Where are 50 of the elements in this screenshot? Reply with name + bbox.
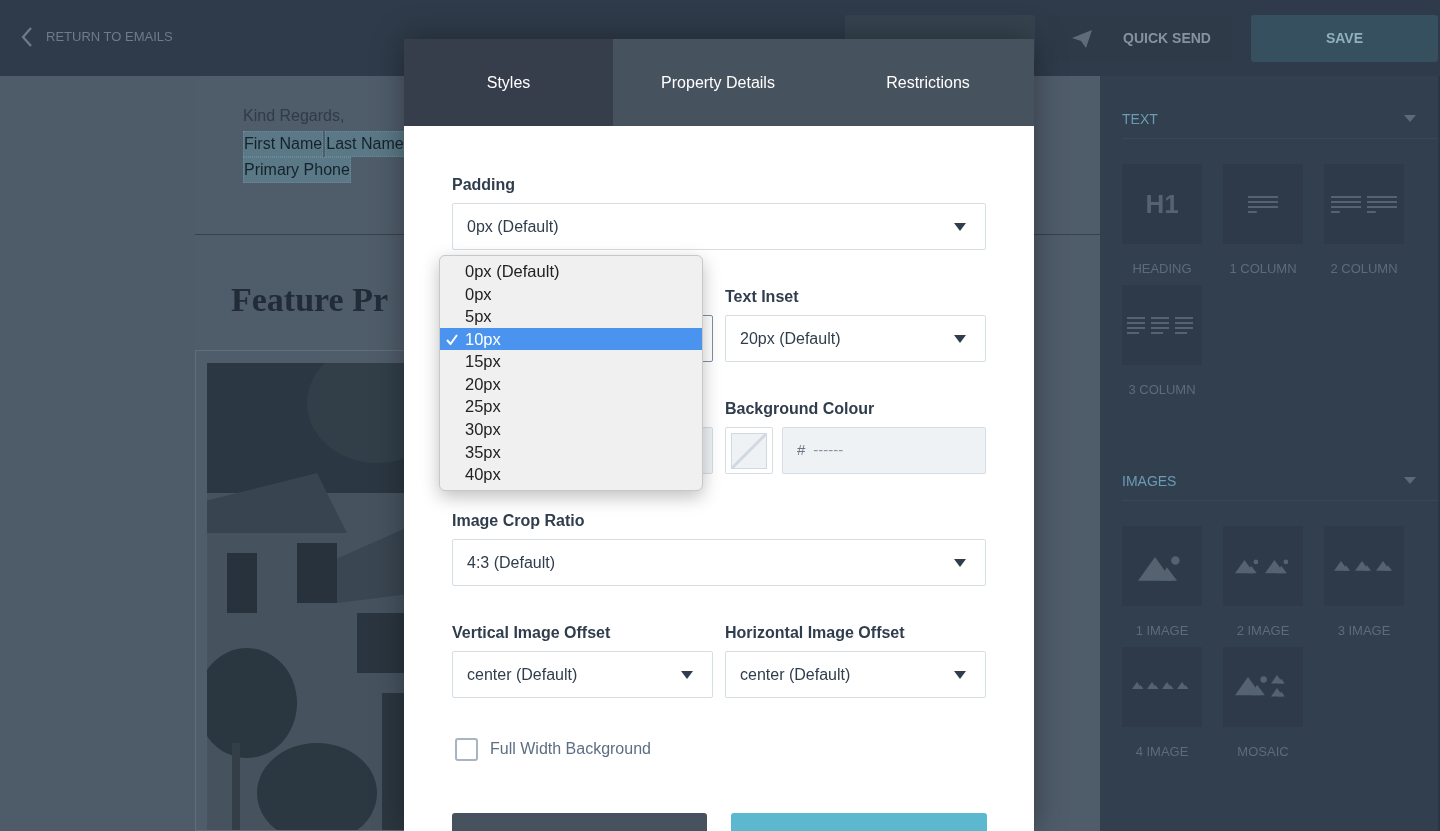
select-field[interactable]: 20px (Default) <box>725 315 986 362</box>
check-icon <box>446 333 458 345</box>
caret-down-icon <box>954 222 966 231</box>
caret-down-icon <box>954 670 966 679</box>
hex-input[interactable]: # ------ <box>782 427 986 474</box>
dropdown-option[interactable]: 30px <box>440 418 702 441</box>
select-field[interactable]: 4:3 (Default) <box>452 539 986 586</box>
field-label: Padding <box>452 175 517 193</box>
dropdown-option[interactable]: 15px <box>440 350 702 373</box>
dropdown-option[interactable]: 40px <box>440 463 702 486</box>
block-tile[interactable] <box>1223 647 1303 727</box>
caret-down-icon <box>1404 477 1416 485</box>
section-title: TEXT <box>1122 109 1158 129</box>
field-label: Image Crop Ratio <box>452 511 586 529</box>
caret-down-icon <box>681 670 693 679</box>
dropdown-option[interactable]: 0px (Default) <box>440 260 702 283</box>
mountain-images-icon <box>1334 559 1394 573</box>
dropdown-option[interactable]: 20px <box>440 372 702 396</box>
dropdown-option[interactable]: 5px <box>440 305 702 328</box>
dropdown-option[interactable]: 25px <box>440 395 702 419</box>
dropdown-option[interactable]: 0px <box>440 282 702 306</box>
block-tile[interactable] <box>1122 285 1202 365</box>
caret-down-icon <box>954 558 966 567</box>
no-colour-icon <box>731 432 767 469</box>
block-tile[interactable] <box>1122 526 1202 606</box>
select-field[interactable]: center (Default) <box>725 651 986 698</box>
caret-down-icon <box>1404 115 1416 123</box>
paper-plane-icon <box>1071 28 1094 49</box>
field-label: Background Colour <box>725 399 876 417</box>
select-field[interactable]: 0px (Default) <box>452 203 986 250</box>
save-button[interactable]: SAVE <box>1251 15 1438 62</box>
field-label: Vertical Image Offset <box>452 623 612 641</box>
text-columns-icon <box>1331 195 1397 213</box>
block-tile[interactable] <box>1122 647 1202 727</box>
chevron-left-icon <box>20 26 34 48</box>
colour-swatch[interactable] <box>725 427 773 474</box>
section-title: IMAGES <box>1122 471 1177 491</box>
tab[interactable]: Styles <box>404 39 613 126</box>
dropdown-option[interactable]: 35px <box>440 440 702 464</box>
select-field[interactable]: center (Default) <box>452 651 713 698</box>
field-label: Text Inset <box>725 287 800 305</box>
block-tile[interactable] <box>1324 526 1404 606</box>
block-tile[interactable] <box>1223 164 1303 244</box>
checkbox-label: Full Width Background <box>490 739 651 759</box>
caret-down-icon <box>954 334 966 343</box>
block-tile[interactable] <box>1223 526 1303 606</box>
block-tile[interactable] <box>1324 164 1404 244</box>
field-label: Horizontal Image Offset <box>725 623 906 641</box>
checkbox[interactable] <box>455 737 478 761</box>
text-lines-icon <box>1248 195 1278 213</box>
